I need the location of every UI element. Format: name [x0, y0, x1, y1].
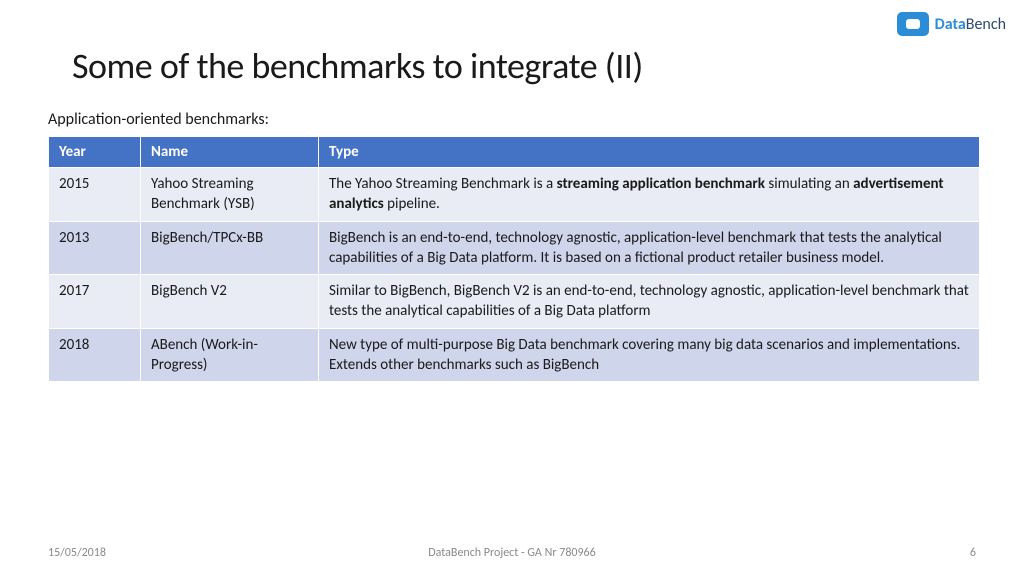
table-row: 2013BigBench/TPCx-BBBigBench is an end-t…: [49, 221, 980, 275]
cell-type: BigBench is an end-to-end, technology ag…: [319, 221, 980, 275]
table-row: 2015Yahoo Streaming Benchmark (YSB)The Y…: [49, 168, 980, 222]
subtitle: Application-oriented benchmarks:: [48, 110, 269, 129]
footer-date: 15/05/2018: [48, 546, 106, 560]
cell-year: 2017: [49, 275, 141, 329]
logo-icon: [897, 12, 929, 36]
cell-type: The Yahoo Streaming Benchmark is a strea…: [319, 168, 980, 222]
logo-text: DataBench: [935, 15, 1006, 34]
cell-name: BigBench V2: [141, 275, 319, 329]
footer: 15/05/2018 DataBench Project - GA Nr 780…: [0, 546, 1024, 560]
cell-name: ABench (Work-in-Progress): [141, 328, 319, 382]
footer-page: 6: [970, 546, 976, 560]
col-year-header: Year: [49, 137, 141, 168]
cell-type: Similar to BigBench, BigBench V2 is an e…: [319, 275, 980, 329]
cell-name: Yahoo Streaming Benchmark (YSB): [141, 168, 319, 222]
col-name-header: Name: [141, 137, 319, 168]
logo: DataBench: [897, 12, 1006, 36]
footer-project: DataBench Project - GA Nr 780966: [428, 546, 595, 560]
table-row: 2018ABench (Work-in-Progress)New type of…: [49, 328, 980, 382]
table-body: 2015Yahoo Streaming Benchmark (YSB)The Y…: [49, 168, 980, 382]
cell-year: 2013: [49, 221, 141, 275]
cell-name: BigBench/TPCx-BB: [141, 221, 319, 275]
cell-year: 2018: [49, 328, 141, 382]
cell-type: New type of multi-purpose Big Data bench…: [319, 328, 980, 382]
table-row: 2017BigBench V2Similar to BigBench, BigB…: [49, 275, 980, 329]
cell-year: 2015: [49, 168, 141, 222]
logo-primary: Data: [935, 15, 966, 34]
table-header-row: Year Name Type: [49, 137, 980, 168]
page-title: Some of the benchmarks to integrate (II): [72, 44, 643, 88]
col-type-header: Type: [319, 137, 980, 168]
logo-suffix: Bench: [966, 15, 1006, 34]
benchmarks-table: Year Name Type 2015Yahoo Streaming Bench…: [48, 136, 980, 382]
